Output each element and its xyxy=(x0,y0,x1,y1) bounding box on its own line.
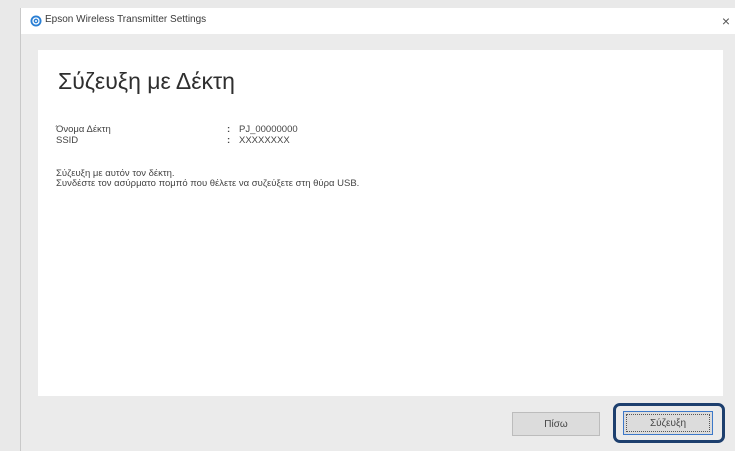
window-title: Epson Wireless Transmitter Settings xyxy=(45,14,207,25)
pair-button[interactable]: Σύζευξη xyxy=(623,411,713,435)
receiver-name-value: PJ_00000000 xyxy=(239,124,298,135)
ssid-value: XXXXXXXX xyxy=(239,135,290,146)
settings-window: Epson Wireless Transmitter Settings × Σύ… xyxy=(20,8,735,451)
close-icon[interactable]: × xyxy=(716,8,735,34)
title-bar: Epson Wireless Transmitter Settings × xyxy=(21,8,735,34)
message-line: Συνδέστε τον ασύρματο πομπό που θέλετε ν… xyxy=(56,178,360,189)
back-button[interactable]: Πίσω xyxy=(512,412,600,436)
ssid-label: SSID xyxy=(56,135,79,146)
page-title: Σύζευξη με Δέκτη xyxy=(58,68,235,94)
app-icon xyxy=(30,14,42,27)
separator: : xyxy=(227,124,231,135)
receiver-name-label: Όνομα Δέκτη xyxy=(56,124,111,135)
separator: : xyxy=(227,135,231,146)
content-panel: Σύζευξη με Δέκτη Όνομα Δέκτη : PJ_000000… xyxy=(38,50,723,396)
